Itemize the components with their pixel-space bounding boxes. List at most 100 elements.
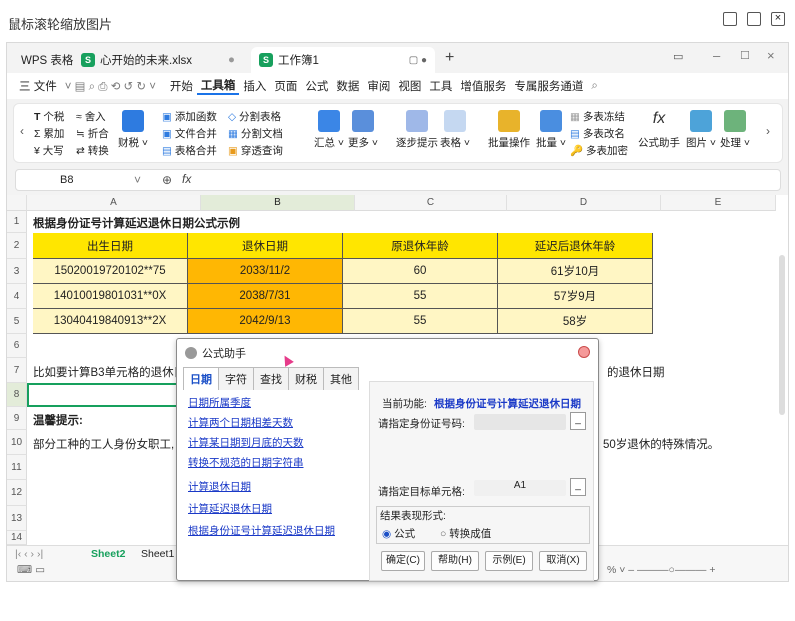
help-button[interactable]: 帮助(H) [431,551,479,571]
age-cell[interactable]: 60 [343,259,498,284]
row-header[interactable]: 13 [7,506,27,531]
target-cell-input[interactable]: A1 [474,480,566,496]
menu-review[interactable]: 审阅 [363,78,394,94]
row-header[interactable]: 5 [7,309,27,334]
close-icon[interactable]: × [771,12,785,26]
col-header-a[interactable]: A [27,195,201,211]
row-header[interactable]: 3 [7,259,27,284]
tool-finance[interactable]: 财税 ˅ [118,110,148,150]
search-icon[interactable]: ⌕ [587,80,601,93]
tool-split-doc[interactable]: ▦ 分割文档 [228,126,283,143]
sheet-title[interactable]: 根据身份证号计算延迟退休日期公式示例 [33,215,240,231]
tab-file-2[interactable]: S 工作簿1 ▢ ● [251,47,435,73]
cancel-button[interactable]: 取消(X) [539,551,587,571]
header-cell[interactable]: 出生日期 [33,233,188,259]
ribbon-scroll-right-icon[interactable]: › [766,124,770,138]
tool-encrypt-sheets[interactable]: 🔑 多表加密 [570,143,628,160]
age-cell[interactable]: 58岁 [498,309,653,334]
header-cell[interactable]: 原退休年龄 [343,233,498,259]
layout-icon[interactable]: ▭ [673,50,683,63]
note-row7-right[interactable]: 的退休日期 [607,364,665,380]
tab-options-icon[interactable]: ▢ ● [409,55,427,66]
tool-add-func[interactable]: ▣ 添加函数 [162,109,217,126]
restore-icon[interactable] [747,12,761,26]
id-cell[interactable]: 15020019720102**75 [33,259,188,284]
tips-heading[interactable]: 温馨提示: [33,412,83,428]
tool-round[interactable]: ≈ 舍入 [76,109,109,126]
ok-button[interactable]: 确定(C) [381,551,425,571]
row-header[interactable]: 11 [7,455,27,480]
name-box[interactable]: B8 [60,174,73,186]
sheet-tab-sheet1[interactable]: Sheet1 [141,548,174,560]
tool-step-hint[interactable]: 逐步提示 [396,110,438,150]
id-cell[interactable]: 13040419840913**2X [33,309,188,334]
func-link[interactable]: 根据身份证号计算延迟退休日期 [188,523,335,538]
tool-image[interactable]: 图片 ˅ [686,110,716,150]
radio-convert-value[interactable]: ○ 转换成值 [440,526,491,541]
col-header-b[interactable]: B [201,195,355,211]
dialog-tab-lookup[interactable]: 查找 [253,367,289,390]
header-cell[interactable]: 退休日期 [188,233,343,259]
tool-batch-op[interactable]: 批量操作 [488,110,530,150]
row-header[interactable]: 8 [7,383,27,407]
menu-page[interactable]: 页面 [270,78,301,94]
tool-rename-sheets[interactable]: ▤ 多表改名 [570,126,628,143]
tool-freeze-sheets[interactable]: ▦ 多表冻结 [570,109,628,126]
func-link[interactable]: 计算某日期到月底的天数 [188,435,304,450]
name-box-dropdown-icon[interactable]: ˅ [134,173,141,187]
radio-formula[interactable]: ◉ 公式 [382,526,415,541]
note-row10-left[interactable]: 部分工种的工人身份女职工, [33,436,174,452]
tool-formula-assistant[interactable]: fx 公式助手 [638,110,680,150]
tool-tax[interactable]: T 个税 [34,109,64,126]
id-cell[interactable]: 14010019801031**0X [33,284,188,309]
tool-more[interactable]: 更多 ˅ [348,110,378,150]
tool-transform[interactable]: ⇄ 转换 [76,143,109,160]
ribbon-scroll-left-icon[interactable]: ‹ [20,124,24,138]
age-cell[interactable]: 57岁9月 [498,284,653,309]
quick-tools-icon[interactable]: ˅ ▤ ⌕ ⎙ ⟲ ↺ ↻ ˅ [61,79,160,94]
example-button[interactable]: 示例(E) [485,551,533,571]
menu-insert[interactable]: 插入 [239,78,270,94]
corner-cell[interactable] [7,195,27,211]
vertical-scrollbar[interactable] [779,255,785,415]
fx-label[interactable]: fx [182,172,191,186]
tool-summary[interactable]: 汇总 ˅ [314,110,344,150]
col-header-c[interactable]: C [355,195,507,211]
window-close-icon[interactable]: × [767,48,775,63]
date-cell[interactable]: 2038/7/31 [188,284,343,309]
header-cell[interactable]: 延迟后退休年龄 [498,233,653,259]
func-link[interactable]: 计算退休日期 [188,479,251,494]
minimize-icon[interactable]: – [713,48,720,63]
row-header[interactable]: 7 [7,358,27,383]
note-row10-right[interactable]: 50岁退休的特殊情况。 [603,436,719,452]
menu-tools[interactable]: 工具 [425,78,456,94]
status-icons[interactable]: ⌨ ▭ [17,564,45,576]
age-cell[interactable]: 55 [343,284,498,309]
new-tab-icon[interactable]: + [445,49,454,67]
id-number-input[interactable] [474,414,566,430]
tool-table-merge[interactable]: ▤ 表格合并 [162,143,217,160]
row-header[interactable]: 10 [7,430,27,455]
func-link[interactable]: 计算延迟退休日期 [188,501,272,516]
menu-value-added[interactable]: 增值服务 [456,78,510,94]
col-header-e[interactable]: E [661,195,776,211]
menu-data[interactable]: 数据 [332,78,363,94]
menu-file[interactable]: 三 文件 [15,78,61,94]
note-row7-left[interactable]: 比如要计算B3单元格的退休日 [33,364,185,380]
func-link[interactable]: 转换不规范的日期字符串 [188,455,304,470]
dialog-tab-date[interactable]: 日期 [183,367,219,390]
menu-formula[interactable]: 公式 [301,78,332,94]
open-external-icon[interactable] [723,12,737,26]
tool-split-table[interactable]: ◇ 分割表格 [228,109,283,126]
dialog-tab-string[interactable]: 字符 [218,367,254,390]
age-cell[interactable]: 61岁10月 [498,259,653,284]
dialog-close-button[interactable] [578,346,590,358]
menu-start[interactable]: 开始 [166,78,197,94]
menu-toolbox[interactable]: 工具箱 [196,77,240,95]
col-header-d[interactable]: D [507,195,661,211]
dialog-tab-finance[interactable]: 财税 [288,367,324,390]
dialog-tab-other[interactable]: 其他 [323,367,359,390]
tab-wps-home[interactable]: WPS 表格 [13,47,81,73]
tool-batch[interactable]: 批量 ˅ [536,110,566,150]
row-header[interactable]: 1 [7,211,27,233]
